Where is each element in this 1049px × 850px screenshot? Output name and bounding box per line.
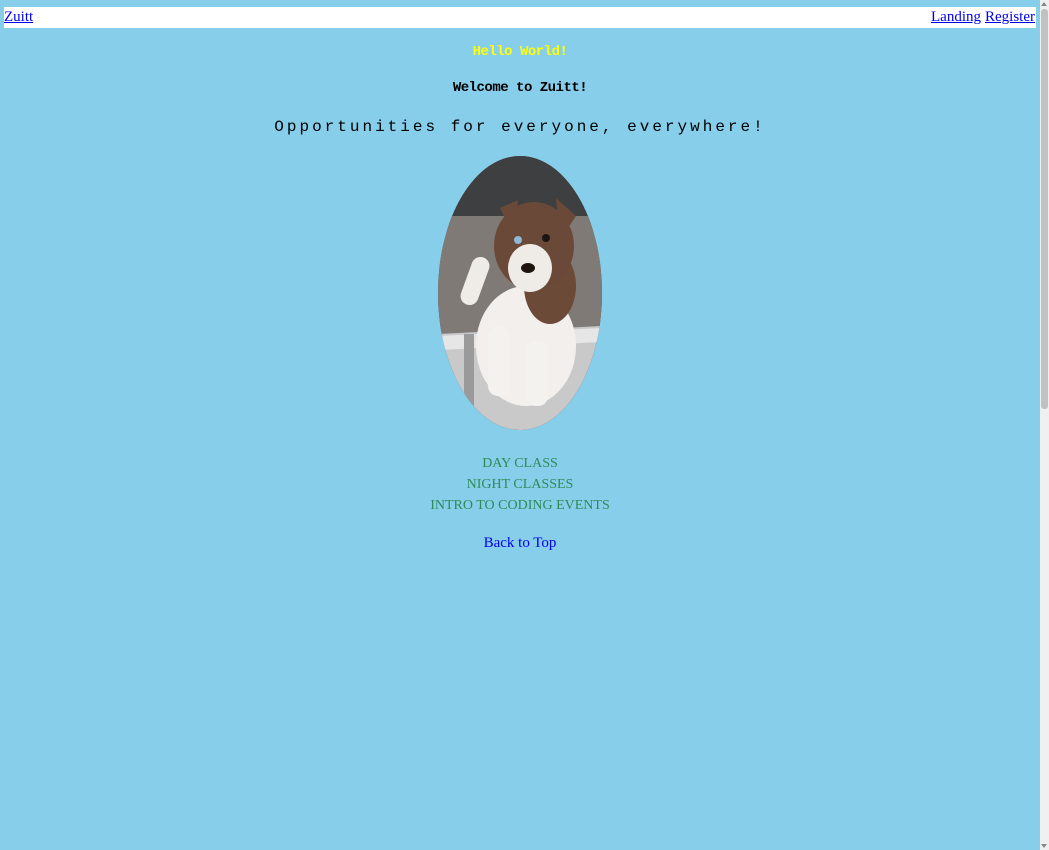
hello-heading: Hello World! [472,44,568,60]
page: Zuitt Landing Register Hello World! Welco… [0,0,1040,850]
brand-link[interactable]: Zuitt [4,7,33,28]
back-to-top-link[interactable]: Back to Top [484,535,557,551]
list-item: DAY CLASS [482,456,558,471]
vertical-scrollbar[interactable] [1040,0,1049,850]
back-to-top: Back to Top [0,535,1040,552]
nav-link-landing[interactable]: Landing [931,9,981,25]
list-item: INTRO TO CODING EVENTS [430,498,610,513]
scroll-down-icon[interactable] [1041,844,1047,848]
nav-link-register[interactable]: Register [985,9,1035,25]
navbar: Zuitt Landing Register [4,7,1036,28]
list-item: NIGHT CLASSES [466,477,574,492]
dog-photo [438,156,602,430]
welcome-heading: Welcome to Zuitt! [452,80,588,96]
class-list: DAY CLASS NIGHT CLASSES INTRO TO CODING … [0,453,1040,516]
tagline: Opportunities for everyone, everywhere! [274,118,766,136]
scroll-up-icon[interactable] [1041,2,1047,6]
nav-links: Landing Register [927,7,1035,28]
scrollbar-thumb[interactable] [1041,9,1048,409]
